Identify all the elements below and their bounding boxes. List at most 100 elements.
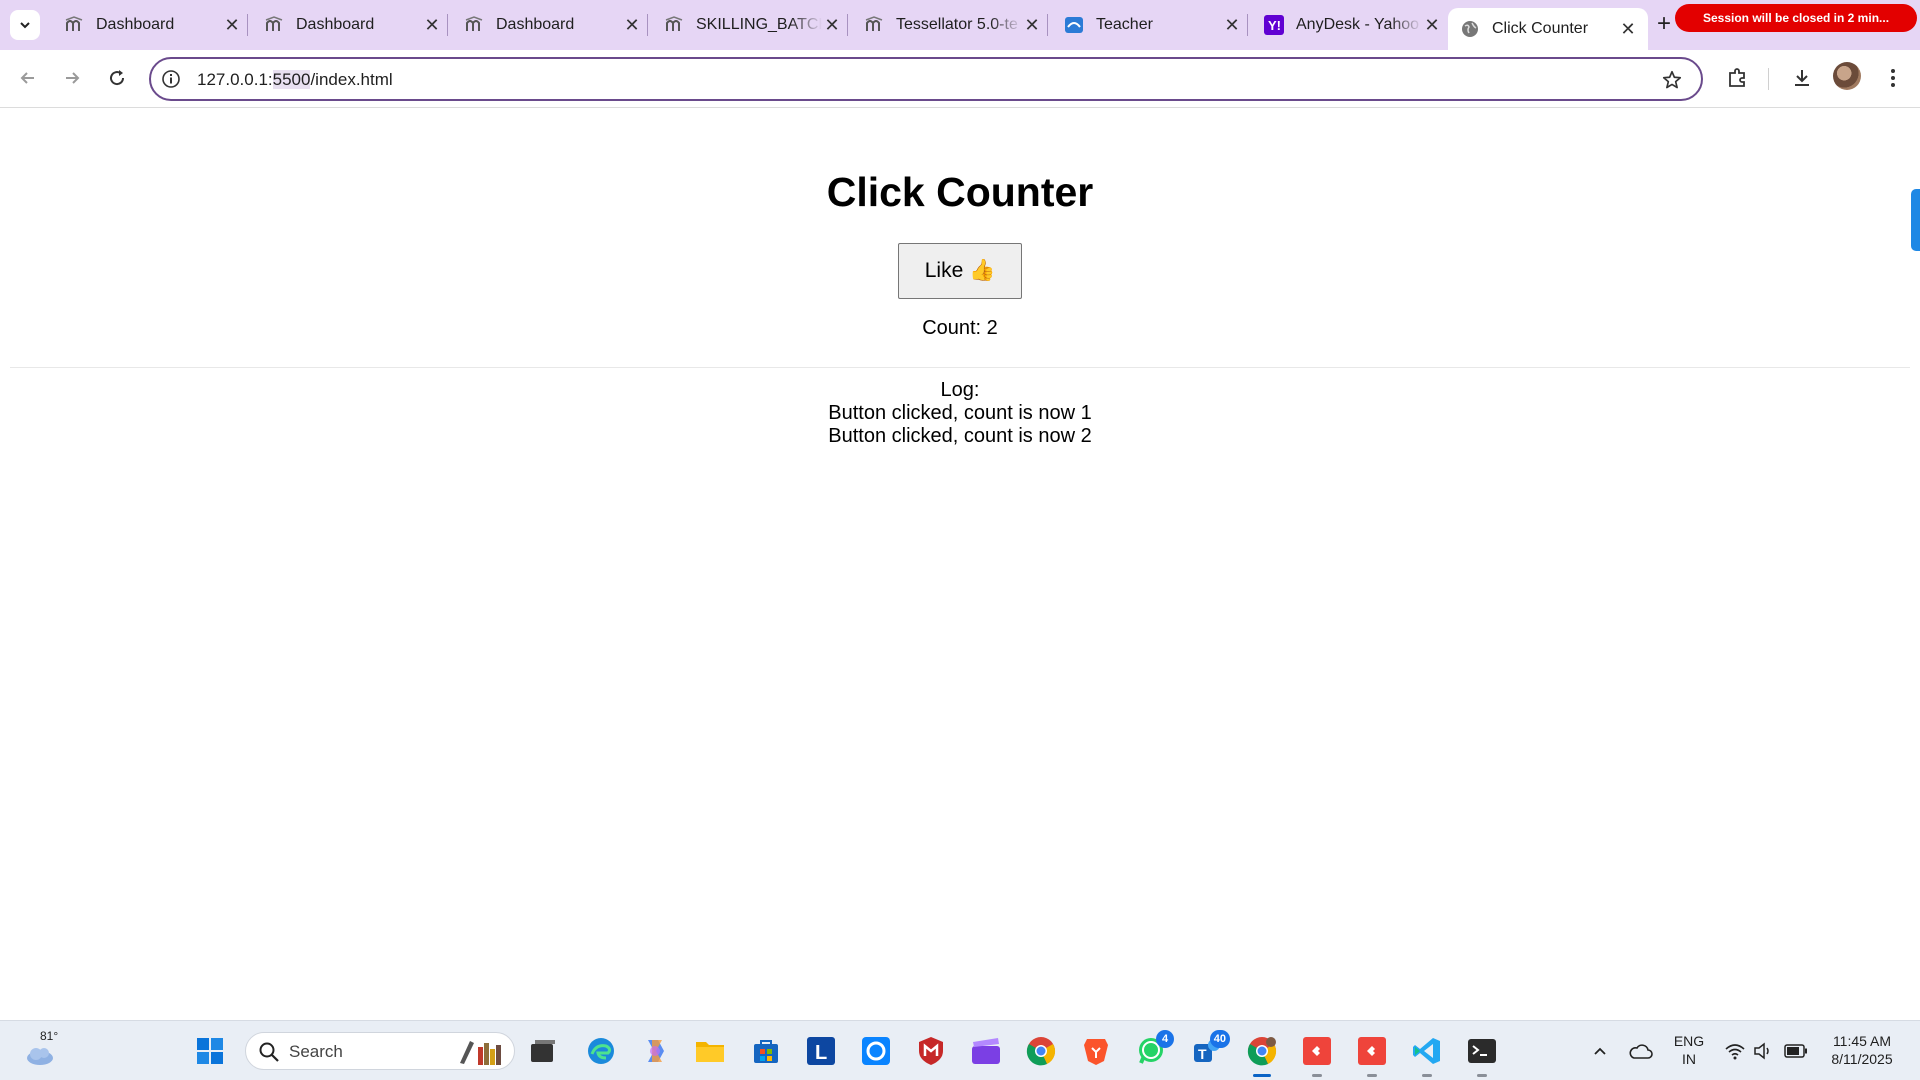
tab-title: Click Counter bbox=[1492, 20, 1589, 37]
language-code: ENG bbox=[1673, 1033, 1705, 1049]
arrow-left-icon bbox=[20, 72, 34, 84]
log-entry: Button clicked, count is now 2 bbox=[828, 425, 1092, 447]
info-icon[interactable] bbox=[161, 69, 181, 89]
profile-avatar[interactable] bbox=[1833, 62, 1861, 90]
extensions-button[interactable] bbox=[1722, 63, 1752, 93]
search-highlight-icon bbox=[460, 1041, 501, 1065]
tab-separator bbox=[847, 14, 848, 36]
tab-title: Dashboard bbox=[96, 16, 175, 33]
browser-tab[interactable]: Dashboard ✕ bbox=[452, 7, 652, 43]
browser-tab[interactable]: SKILLING_BATCH ✕ bbox=[652, 7, 852, 43]
divider bbox=[10, 367, 1910, 368]
tab-search-button[interactable] bbox=[10, 10, 40, 40]
browser-tab[interactable]: Dashboard ✕ bbox=[252, 7, 452, 43]
tab-separator bbox=[247, 14, 248, 36]
tray-battery[interactable] bbox=[1779, 1034, 1813, 1068]
url-text: 127.0.0.1:5500/index.html bbox=[197, 70, 393, 89]
taskbar-whatsapp[interactable]: 4 bbox=[1134, 1030, 1174, 1068]
close-icon[interactable]: ✕ bbox=[622, 15, 642, 35]
teacher-icon bbox=[1064, 15, 1084, 35]
back-button[interactable] bbox=[12, 62, 44, 94]
running-app-indicator bbox=[1422, 1074, 1432, 1077]
weather-cloud-icon bbox=[27, 1048, 53, 1065]
yahoo-icon: Y! bbox=[1264, 15, 1284, 35]
taskbar-task-view[interactable] bbox=[526, 1034, 560, 1068]
puzzle-icon bbox=[1729, 68, 1745, 87]
tab-separator bbox=[1247, 14, 1248, 36]
tray-volume[interactable] bbox=[1746, 1034, 1780, 1068]
close-icon[interactable]: ✕ bbox=[1222, 15, 1242, 35]
tab-separator bbox=[1047, 14, 1048, 36]
folder-icon bbox=[696, 1042, 724, 1062]
l-app-icon: L bbox=[807, 1037, 835, 1065]
start-button[interactable] bbox=[193, 1034, 227, 1068]
close-icon[interactable]: ✕ bbox=[1022, 15, 1042, 35]
arrow-right-icon bbox=[66, 72, 80, 84]
taskbar-copilot[interactable] bbox=[638, 1034, 672, 1068]
browser-tab-active[interactable]: Click Counter ✕ bbox=[1448, 8, 1648, 50]
new-tab-button[interactable]: + bbox=[1652, 12, 1676, 38]
clapperboard-icon bbox=[972, 1038, 1000, 1064]
taskbar-chrome-profile[interactable] bbox=[1245, 1034, 1279, 1077]
weather-widget[interactable]: 81° bbox=[22, 1029, 62, 1073]
bookmark-star-icon[interactable] bbox=[1661, 69, 1683, 91]
taskbar-file-explorer[interactable] bbox=[693, 1034, 727, 1068]
session-warning-badge: Session will be closed in 2 min... bbox=[1675, 4, 1917, 32]
taskbar-cortana-app[interactable] bbox=[859, 1034, 893, 1068]
browser-menu-button[interactable] bbox=[1878, 63, 1908, 93]
globe-icon bbox=[1460, 19, 1480, 39]
taskbar-chrome[interactable] bbox=[1024, 1034, 1058, 1068]
taskbar-teams[interactable]: T 40 bbox=[1190, 1030, 1230, 1068]
chevron-up-icon bbox=[1594, 1047, 1606, 1055]
like-button[interactable]: Like 👍 bbox=[898, 243, 1022, 299]
count-display: Count: 2 bbox=[922, 317, 998, 339]
notification-badge: 4 bbox=[1156, 1030, 1174, 1048]
download-icon bbox=[1795, 70, 1809, 86]
browser-tab[interactable]: Dashboard ✕ bbox=[52, 7, 252, 43]
tray-language[interactable]: ENG IN bbox=[1666, 1032, 1712, 1068]
running-app-indicator bbox=[1477, 1074, 1487, 1077]
tab-title: Teacher bbox=[1096, 16, 1153, 33]
tab-separator bbox=[647, 14, 648, 36]
close-icon[interactable]: ✕ bbox=[422, 15, 442, 35]
speaker-icon bbox=[1754, 1042, 1769, 1060]
side-panel-handle[interactable] bbox=[1911, 189, 1920, 251]
forward-button[interactable] bbox=[56, 62, 88, 94]
address-bar[interactable]: 127.0.0.1:5500/index.html bbox=[149, 57, 1703, 101]
svg-text:Y!: Y! bbox=[1268, 18, 1281, 33]
taskbar-mcafee[interactable] bbox=[914, 1034, 948, 1068]
cloud-icon bbox=[1629, 1044, 1653, 1059]
taskbar-terminal[interactable] bbox=[1465, 1034, 1499, 1077]
anydesk-icon bbox=[1303, 1037, 1331, 1065]
close-icon[interactable]: ✕ bbox=[222, 15, 242, 35]
taskbar-search-box[interactable]: Search bbox=[245, 1032, 515, 1070]
tray-onedrive[interactable] bbox=[1624, 1034, 1658, 1068]
taskbar-anydesk-1[interactable] bbox=[1300, 1034, 1334, 1077]
reload-button[interactable] bbox=[101, 62, 133, 94]
store-icon bbox=[754, 1040, 778, 1063]
tray-clock[interactable]: 11:45 AM 8/11/2025 bbox=[1818, 1032, 1906, 1068]
taskbar-l-app[interactable]: L bbox=[804, 1034, 838, 1068]
close-icon[interactable]: ✕ bbox=[1422, 15, 1442, 35]
taskbar-edge[interactable] bbox=[584, 1034, 618, 1068]
downloads-button[interactable] bbox=[1787, 63, 1817, 93]
taskbar-vscode[interactable] bbox=[1410, 1034, 1444, 1077]
browser-tab[interactable]: Tessellator 5.0-te ✕ bbox=[852, 7, 1052, 43]
tab-title: Dashboard bbox=[296, 16, 375, 33]
anydesk-icon bbox=[1358, 1037, 1386, 1065]
ring-app-icon bbox=[862, 1037, 890, 1065]
close-icon[interactable]: ✕ bbox=[822, 15, 842, 35]
reload-icon bbox=[110, 70, 125, 86]
close-icon[interactable]: ✕ bbox=[1618, 19, 1638, 39]
taskbar-store[interactable] bbox=[749, 1034, 783, 1068]
browser-tab[interactable]: Teacher ✕ bbox=[1052, 7, 1252, 43]
taskbar-brave[interactable] bbox=[1079, 1034, 1113, 1068]
browser-tab[interactable]: Y! AnyDesk - Yahoo ✕ bbox=[1252, 7, 1452, 43]
taskbar-anydesk-2[interactable] bbox=[1355, 1034, 1389, 1077]
toolbar-divider bbox=[1768, 68, 1769, 90]
mcafee-shield-icon bbox=[919, 1037, 943, 1065]
tab-title: AnyDesk - Yahoo bbox=[1296, 16, 1420, 33]
taskbar-clipchamp[interactable] bbox=[969, 1034, 1003, 1068]
tray-overflow-button[interactable] bbox=[1583, 1034, 1617, 1068]
moodle-icon bbox=[864, 15, 884, 35]
